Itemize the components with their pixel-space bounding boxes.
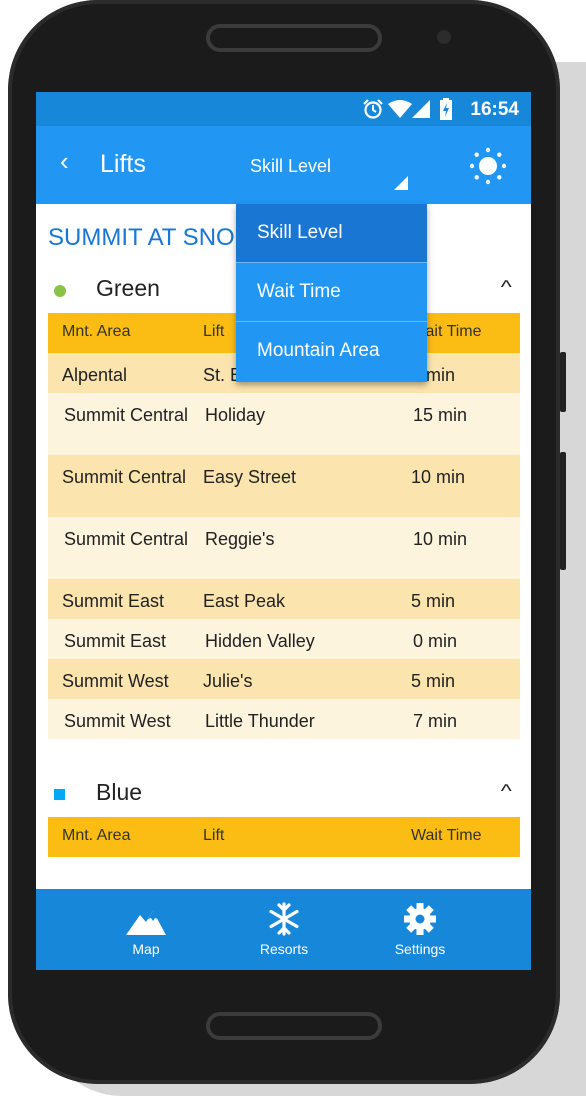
table-row[interactable]: Summit East Hidden Valley 0 min — [48, 619, 520, 659]
wifi-icon — [388, 100, 412, 118]
front-camera — [437, 30, 451, 44]
collapse-chevron-icon[interactable]: ^ — [500, 781, 511, 802]
cell-area: Summit Central — [62, 467, 187, 487]
section-title: Green — [96, 275, 160, 301]
table-row[interactable]: Summit West Julie's 5 min — [48, 659, 520, 699]
cell-lift: East Peak — [203, 591, 286, 611]
app-bar: ‹ Lifts Skill Level — [36, 126, 531, 204]
cell-area: Summit West — [64, 711, 171, 731]
cell-wait: 10 min — [413, 529, 468, 549]
cell-area: Summit Central — [64, 529, 189, 549]
signal-icon — [412, 100, 430, 118]
section-header[interactable]: Blue ^ — [48, 773, 520, 817]
cell-lift: Little Thunder — [205, 711, 315, 731]
dropdown-option-wait-time[interactable]: Wait Time — [236, 263, 427, 322]
brightness-icon[interactable] — [468, 146, 508, 186]
cell-wait: 5 min — [411, 671, 456, 691]
top-speaker — [206, 24, 382, 52]
dropdown-option-label: Mountain Area — [257, 340, 380, 361]
cell-wait: 15 min — [413, 405, 468, 425]
sort-dropdown-menu: Skill Level Wait Time Mountain Area — [236, 204, 427, 382]
nav-label: Map — [132, 941, 160, 957]
nav-label: Resorts — [259, 941, 309, 957]
cell-area: Summit Central — [64, 405, 189, 425]
cell-wait: 7 min — [413, 711, 458, 731]
alarm-icon — [363, 99, 383, 119]
section-title: Blue — [96, 779, 143, 805]
cell-lift: Holiday — [205, 405, 266, 425]
skill-level-square-icon — [54, 789, 65, 800]
dropdown-option-label: Skill Level — [257, 222, 343, 243]
cell-wait: 0 min — [413, 631, 458, 651]
power-button — [560, 452, 566, 570]
nav-resorts[interactable]: Resorts — [214, 889, 354, 970]
column-header-area: Mnt. Area — [62, 827, 131, 844]
cell-wait: 10 min — [411, 467, 466, 487]
cell-wait: 5 min — [411, 591, 456, 611]
nav-map[interactable]: Map — [76, 889, 216, 970]
dropdown-option-label: Wait Time — [257, 281, 341, 302]
cell-lift: Hidden Valley — [205, 631, 315, 651]
bottom-nav: Map Resorts Settings — [36, 889, 531, 970]
cell-area: Summit West — [62, 671, 169, 691]
cell-area: Summit East — [64, 631, 167, 651]
lift-section: Blue ^ Mnt. Area Lift Wait Time — [48, 773, 520, 857]
table-header: Mnt. Area Lift Wait Time — [48, 817, 520, 857]
cell-lift: Reggie's — [205, 529, 275, 549]
bottom-speaker — [206, 1012, 382, 1040]
nav-label: Settings — [394, 941, 446, 957]
gear-icon — [404, 903, 436, 935]
dropdown-option-mountain-area[interactable]: Mountain Area — [236, 322, 427, 380]
sort-select[interactable]: Skill Level — [250, 156, 331, 177]
page-title: Lifts — [100, 150, 146, 178]
table-row[interactable]: Summit Central Reggie's 10 min — [48, 517, 520, 579]
mountain-icon — [126, 911, 166, 935]
column-header-lift: Lift — [203, 827, 225, 844]
cell-area: Alpental — [62, 365, 128, 385]
status-time: 16:54 — [470, 99, 519, 120]
nav-settings[interactable]: Settings — [350, 889, 490, 970]
column-header-wait: Wait Time — [411, 827, 482, 844]
cell-lift: Julie's — [203, 671, 253, 691]
table-row[interactable]: Summit Central Holiday 15 min — [48, 393, 520, 455]
skill-level-dot-icon — [54, 285, 66, 297]
table-row[interactable]: Summit Central Easy Street 10 min — [48, 455, 520, 517]
battery-charging-icon — [440, 98, 452, 120]
status-bar: 16:54 — [36, 92, 531, 126]
back-button[interactable]: ‹ — [60, 146, 69, 177]
dropdown-arrow-icon[interactable] — [394, 176, 408, 190]
volume-button — [560, 352, 566, 412]
cell-lift: Easy Street — [203, 467, 297, 487]
column-header-area: Mnt. Area — [62, 323, 131, 340]
dropdown-option-skill-level[interactable]: Skill Level — [236, 204, 427, 263]
collapse-chevron-icon[interactable]: ^ — [500, 277, 511, 298]
cell-area: Summit East — [62, 591, 165, 611]
table-row[interactable]: Summit West Little Thunder 7 min — [48, 699, 520, 739]
table-row[interactable]: Summit East East Peak 5 min — [48, 579, 520, 619]
snowflake-icon — [269, 902, 299, 936]
screen: 16:54 ‹ Lifts Skill Level SUMMIT AT SNOQ… — [36, 92, 531, 970]
